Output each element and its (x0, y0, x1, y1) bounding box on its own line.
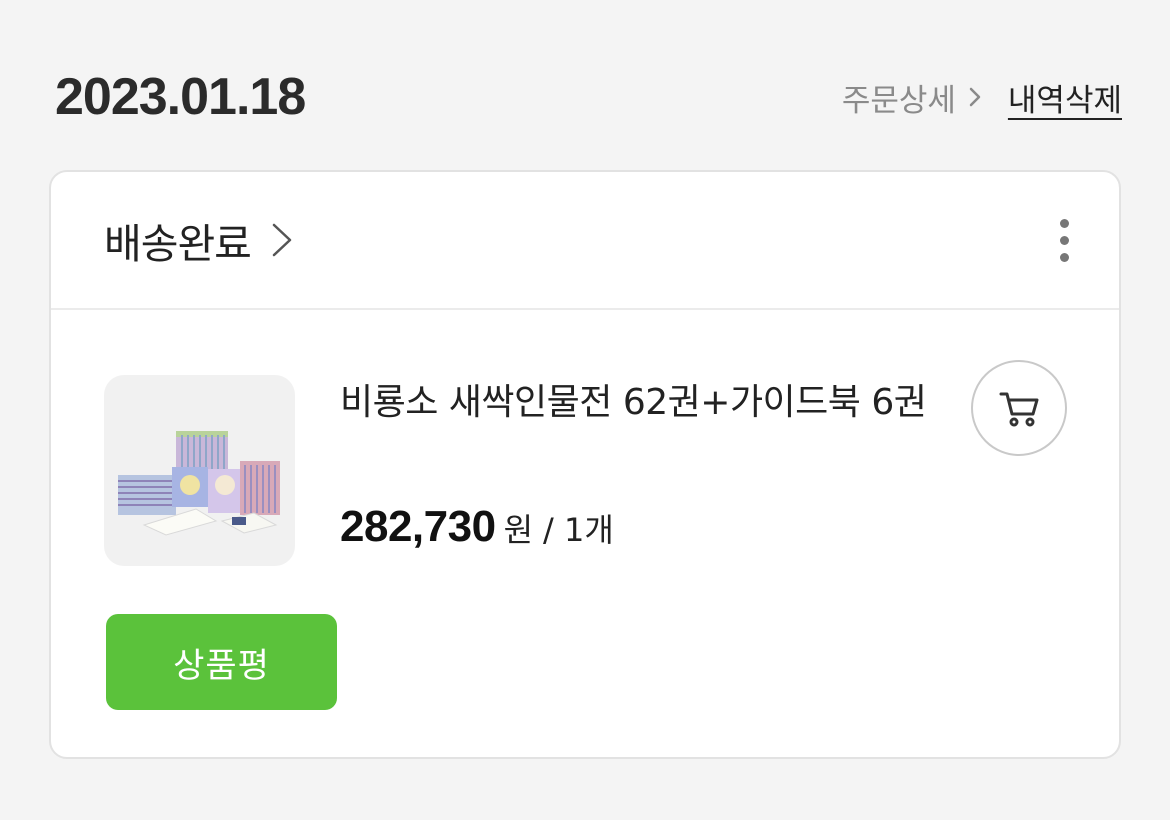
order-header: 2023.01.18 주문상세 내역삭제 (55, 62, 1122, 132)
book-set-image (118, 431, 280, 536)
delivery-status-link[interactable]: 배송완료 (104, 210, 295, 270)
product-price: 282,730 (340, 502, 496, 551)
chevron-right-icon (969, 87, 981, 107)
delete-history-link[interactable]: 내역삭제 (1008, 75, 1122, 120)
card-status-bar: 배송완료 (51, 172, 1119, 310)
add-to-cart-button[interactable] (971, 360, 1067, 456)
order-history-page: 2023.01.18 주문상세 내역삭제 배송완료 비룡소 새싹인물전 62권+… (0, 0, 1170, 820)
delivery-status: 배송완료 (104, 220, 252, 268)
order-date: 2023.01.18 (55, 68, 306, 126)
product-quantity: / 1개 (543, 511, 614, 549)
chevron-right-icon (272, 223, 292, 257)
price-unit: 원 (503, 511, 534, 549)
write-review-button[interactable]: 상품평 (106, 614, 337, 710)
product-row: 비룡소 새싹인물전 62권+가이드북 6권 282,730 원 / 1개 (104, 360, 1067, 575)
order-detail-link[interactable]: 주문상세 (842, 75, 982, 120)
product-thumbnail[interactable] (104, 375, 295, 566)
header-actions: 주문상세 내역삭제 (842, 75, 1122, 120)
more-options-icon[interactable] (1049, 210, 1079, 270)
order-card: 배송완료 비룡소 새싹인물전 62권+가이드북 6권 282,730 원 / 1… (49, 170, 1121, 759)
order-detail-label: 주문상세 (841, 82, 956, 119)
product-name[interactable]: 비룡소 새싹인물전 62권+가이드북 6권 (340, 375, 940, 430)
price-line: 282,730 원 / 1개 (340, 502, 614, 552)
cart-icon (999, 392, 1039, 427)
